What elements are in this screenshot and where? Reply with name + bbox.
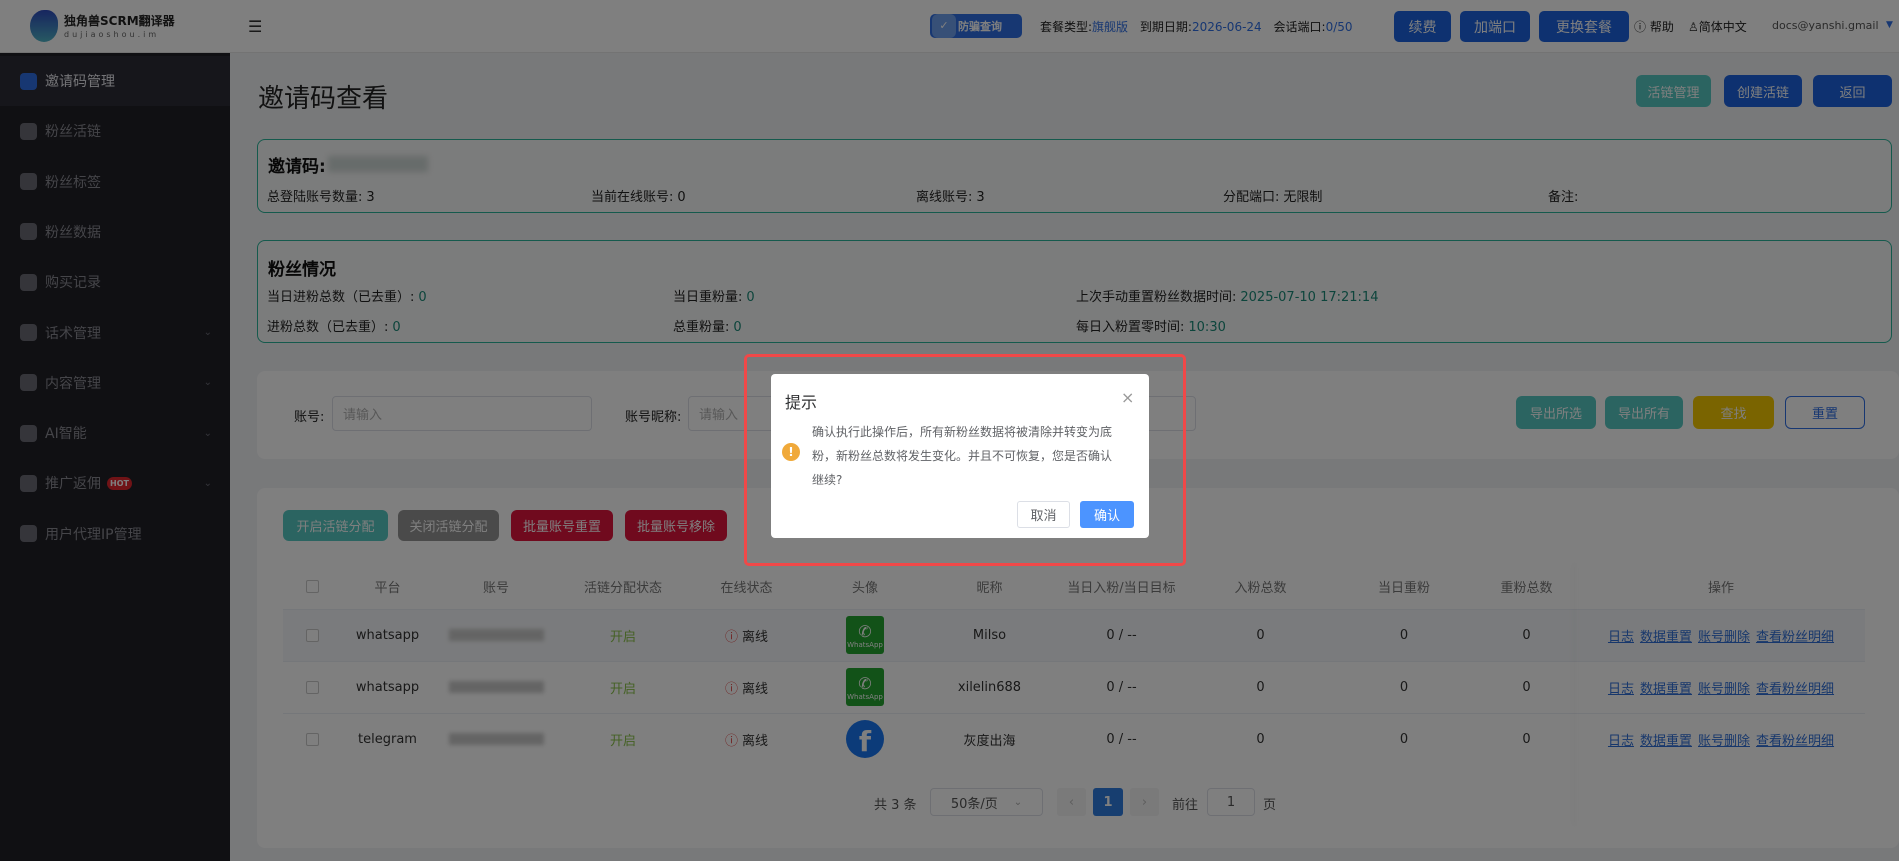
close-icon[interactable]: × bbox=[1121, 388, 1134, 407]
cancel-button[interactable]: 取消 bbox=[1017, 501, 1070, 528]
dialog-title: 提示 bbox=[785, 393, 818, 412]
dialog-message: 确认执行此操作后，所有新粉丝数据将被清除并转变为底粉，新粉丝总数将发生变化。并且… bbox=[812, 425, 1113, 487]
confirm-dialog: 提示 × ! 确认执行此操作后，所有新粉丝数据将被清除并转变为底粉，新粉丝总数将… bbox=[771, 374, 1149, 538]
confirm-button[interactable]: 确认 bbox=[1080, 501, 1134, 528]
warning-icon: ! bbox=[782, 443, 800, 461]
